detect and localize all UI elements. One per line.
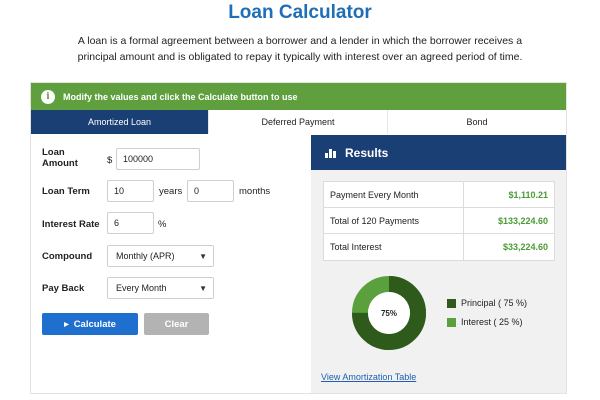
- table-row: Total of 120 Payments $133,224.60: [324, 208, 554, 234]
- compound-select-value: Monthly (APR): [116, 251, 175, 261]
- currency-symbol: $: [107, 155, 113, 166]
- loan-amount-label: Loan Amount: [42, 147, 78, 169]
- notice-text: Modify the values and click the Calculat…: [63, 91, 298, 102]
- loan-term-months-input[interactable]: 0: [187, 180, 234, 202]
- legend-label: Principal ( 75 %): [461, 298, 528, 308]
- interest-rate-input[interactable]: 6: [107, 212, 154, 234]
- result-value: $33,224.60: [502, 242, 548, 252]
- view-amortization-link[interactable]: View Amortization Table: [321, 372, 416, 382]
- chevron-down-icon: ▼: [199, 283, 207, 293]
- notice-bar: i Modify the values and click the Calcul…: [31, 83, 566, 110]
- months-unit: months: [239, 186, 271, 197]
- intro-text: A loan is a formal agreement between a b…: [77, 35, 523, 63]
- tab-deferred-payment[interactable]: Deferred Payment: [209, 110, 388, 134]
- legend-item-interest: Interest ( 25 %): [447, 317, 527, 327]
- table-row: Total Interest $33,224.60: [324, 234, 554, 260]
- play-icon: ▶: [64, 321, 69, 328]
- loan-term-label: Loan Term: [42, 186, 90, 197]
- info-icon: i: [41, 89, 55, 104]
- results-panel: Results Payment Every Month $1,110.21 To…: [311, 135, 566, 393]
- result-value: $1,110.21: [508, 189, 548, 200]
- tab-bar: Amortized Loan Deferred Payment Bond: [31, 110, 566, 134]
- legend-item-principal: Principal ( 75 %): [447, 298, 527, 308]
- results-title: Results: [345, 145, 389, 160]
- legend-label: Interest ( 25 %): [461, 317, 523, 327]
- loan-form: Loan Amount $ 100000 Loan Term 10 years …: [31, 135, 311, 393]
- results-header: Results: [311, 135, 566, 170]
- interest-rate-label: Interest Rate: [42, 219, 100, 230]
- loan-term-years-input[interactable]: 10: [107, 180, 154, 202]
- legend-swatch: [447, 298, 456, 308]
- pay-back-select-value: Every Month: [116, 283, 167, 293]
- tab-bond[interactable]: Bond: [388, 110, 566, 134]
- chevron-down-icon: ▼: [199, 251, 207, 261]
- years-unit: years: [159, 186, 183, 197]
- results-table: Payment Every Month $1,110.21 Total of 1…: [323, 181, 555, 261]
- legend-swatch: [447, 317, 456, 327]
- pay-back-label: Pay Back: [42, 283, 85, 294]
- principal-interest-donut: 75%: [352, 276, 426, 350]
- result-value: $133,224.60: [497, 215, 548, 226]
- bar-chart-icon: [325, 147, 336, 158]
- loan-amount-input[interactable]: 100000: [116, 148, 200, 170]
- calculate-button-label: Calculate: [73, 318, 116, 330]
- clear-button[interactable]: Clear: [144, 313, 209, 335]
- page-title: Loan Calculator: [228, 2, 372, 23]
- pay-back-select[interactable]: Every Month ▼: [107, 277, 214, 299]
- table-row: Payment Every Month $1,110.21: [324, 182, 554, 208]
- compound-label: Compound: [42, 251, 93, 262]
- calculator-panel: i Modify the values and click the Calcul…: [30, 82, 567, 394]
- donut-legend: Principal ( 75 %) Interest ( 25 %): [447, 298, 527, 336]
- result-label: Total of 120 Payments: [324, 208, 464, 233]
- tab-amortized-loan[interactable]: Amortized Loan: [31, 110, 209, 134]
- percent-unit: %: [158, 219, 167, 230]
- calculate-button[interactable]: ▶ Calculate: [42, 313, 138, 335]
- donut-center-label: 75%: [381, 309, 397, 318]
- result-label: Total Interest: [324, 234, 464, 260]
- result-label: Payment Every Month: [324, 182, 464, 207]
- compound-select[interactable]: Monthly (APR) ▼: [107, 245, 214, 267]
